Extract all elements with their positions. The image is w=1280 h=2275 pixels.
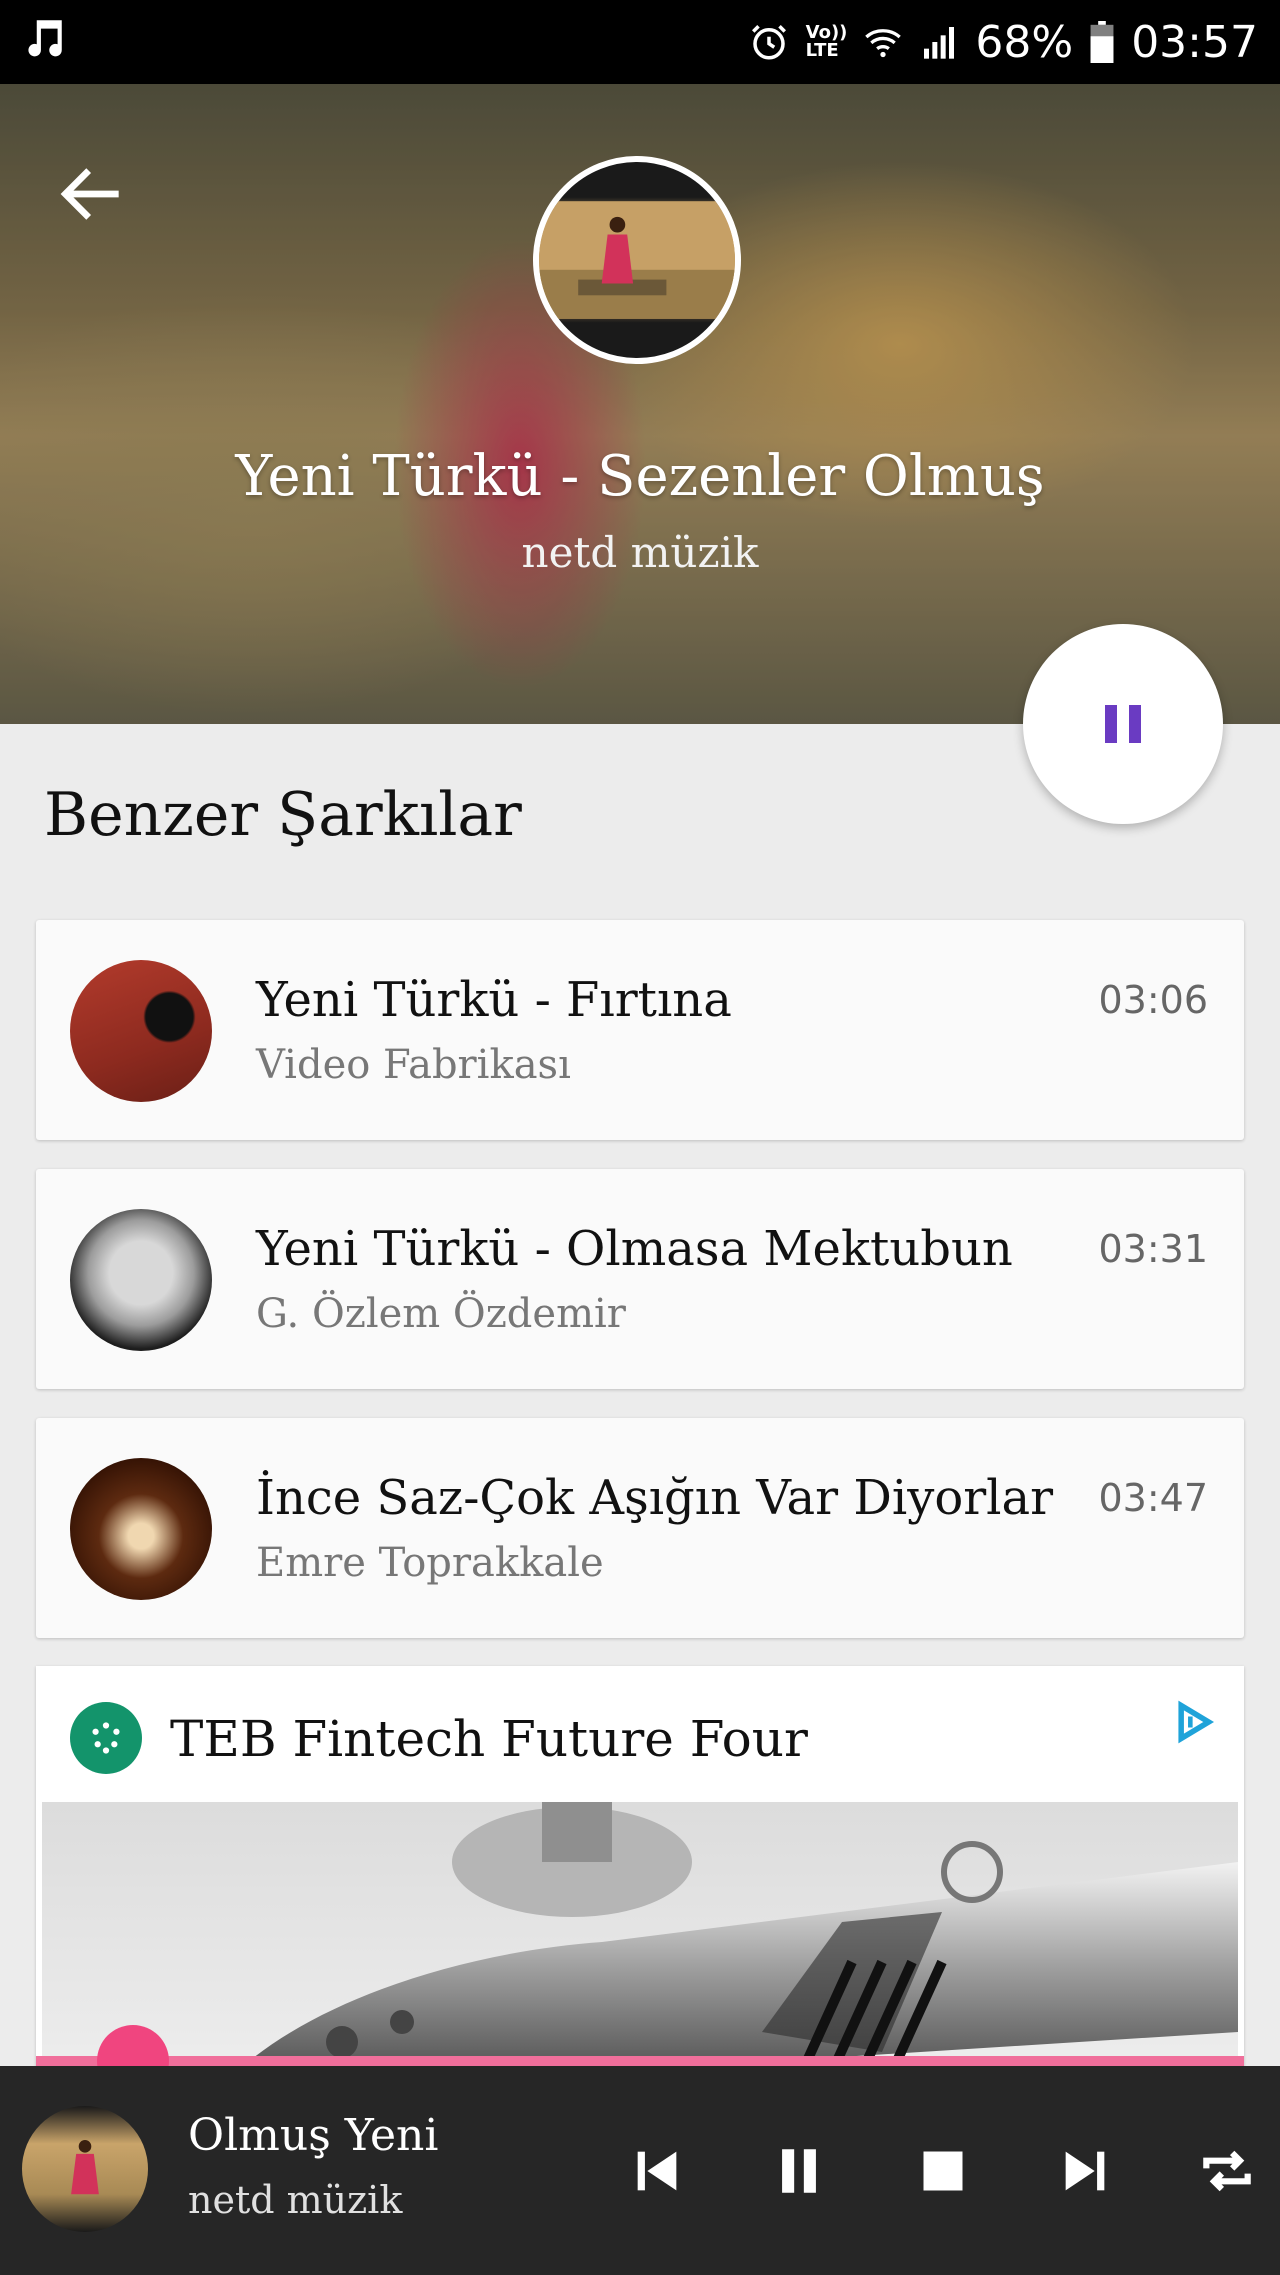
song-thumbnail — [70, 1209, 212, 1351]
repeat-button[interactable] — [1182, 2126, 1272, 2216]
similar-song-card[interactable]: Yeni Türkü - Olmasa Mektubun G. Özlem Öz… — [36, 1169, 1244, 1389]
similar-song-card[interactable]: İnce Saz-Çok Aşığın Var Diyorlar Emre To… — [36, 1418, 1244, 1638]
stop-icon — [923, 2151, 963, 2191]
skip-previous-icon — [637, 2151, 677, 2191]
pause-fab-button[interactable] — [1023, 624, 1223, 824]
status-bar: Vo)) LTE 68% 03:57 — [0, 0, 1280, 84]
song-duration: 03:31 — [1098, 1227, 1208, 1271]
music-note-icon — [18, 14, 68, 68]
wifi-icon — [863, 22, 903, 62]
song-thumbnail — [70, 1458, 212, 1600]
album-art-avatar — [533, 156, 741, 364]
signal-icon — [919, 22, 959, 62]
song-duration: 03:06 — [1098, 978, 1208, 1022]
song-channel: Emre Toprakkale — [256, 1540, 604, 1586]
player-track-artist: netd müzik — [188, 2178, 403, 2222]
player-track-title: Olmuş Yeni — [188, 2110, 439, 2161]
status-time: 03:57 — [1131, 16, 1258, 68]
alarm-icon — [748, 21, 790, 63]
song-channel: Video Fabrikası — [256, 1042, 571, 1088]
progress-bar[interactable] — [36, 2056, 1244, 2066]
ad-title: TEB Fintech Future Four — [170, 1710, 808, 1768]
previous-button[interactable] — [612, 2126, 702, 2216]
back-button[interactable] — [52, 154, 132, 234]
pause-icon-bar — [1129, 705, 1141, 743]
song-title: Yeni Türkü - Olmasa Mektubun — [256, 1221, 1013, 1277]
adchoices-icon[interactable] — [1172, 1700, 1216, 1744]
ad-card[interactable]: TEB Fintech Future Four — [36, 1666, 1244, 2086]
song-title: Yeni Türkü - Fırtına — [256, 972, 732, 1028]
ad-image[interactable] — [42, 1802, 1238, 2086]
similar-song-card[interactable]: Yeni Türkü - Fırtına Video Fabrikası 03:… — [36, 920, 1244, 1140]
track-title: Yeni Türkü - Sezenler Olmuş — [235, 444, 1045, 509]
advertiser-logo — [70, 1702, 142, 1774]
pause-icon — [1105, 705, 1117, 743]
skip-next-icon — [1065, 2151, 1105, 2191]
volte-indicator: Vo)) LTE — [805, 22, 848, 61]
repeat-icon — [1203, 2150, 1251, 2192]
song-thumbnail — [70, 960, 212, 1102]
section-title: Benzer Şarkılar — [44, 780, 522, 850]
battery-percent: 68% — [975, 16, 1074, 68]
battery-icon — [1089, 21, 1115, 63]
now-playing-header: Yeni Türkü - Sezenler Olmuş netd müzik — [0, 84, 1280, 724]
player-album-art[interactable] — [22, 2106, 148, 2232]
song-duration: 03:47 — [1098, 1476, 1208, 1520]
song-channel: G. Özlem Özdemir — [256, 1291, 626, 1337]
track-artist: netd müzik — [521, 528, 759, 577]
pause-icon — [782, 2149, 816, 2193]
stop-button[interactable] — [898, 2126, 988, 2216]
mini-player: Olmuş Yeni netd müzik — [0, 2066, 1280, 2275]
pause-button[interactable] — [754, 2126, 844, 2216]
next-button[interactable] — [1040, 2126, 1130, 2216]
song-title: İnce Saz-Çok Aşığın Var Diyorlar — [256, 1470, 1054, 1526]
